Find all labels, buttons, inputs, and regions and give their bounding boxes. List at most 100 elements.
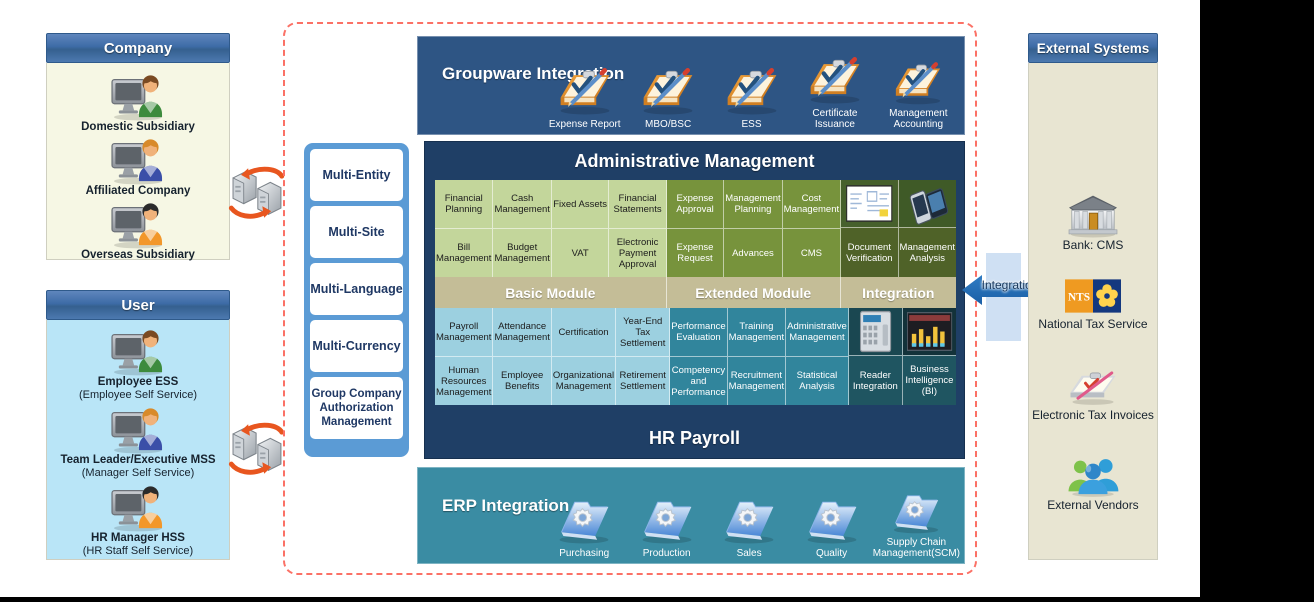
company-node-affiliated-company[interactable]: Affiliated Company <box>47 135 229 198</box>
hr-cell[interactable]: Competency and Performance <box>670 357 726 405</box>
feature-multi-site[interactable]: Multi-Site <box>310 206 403 258</box>
feature-multi-currency[interactable]: Multi-Currency <box>310 320 403 372</box>
admin-cell[interactable]: Cost Management <box>782 180 841 229</box>
admin-cell[interactable]: Management Analysis <box>899 228 956 277</box>
groupware-item-ess[interactable]: ESS <box>710 65 793 134</box>
hr-cell-thumb[interactable] <box>902 308 956 356</box>
admin-col-4: Financial Statements Electronic Payment … <box>609 180 667 277</box>
user-panel-title: User <box>46 290 230 320</box>
hr-col-1: Payroll Management Human Resources Manag… <box>435 308 494 405</box>
hr-cell[interactable]: Employee Benefits <box>493 357 550 405</box>
erp-item-label: Purchasing <box>559 548 610 559</box>
admin-cell[interactable]: Document Verification <box>841 228 897 277</box>
external-node-external-vendors[interactable]: External Vendors <box>1029 455 1157 512</box>
hr-cell[interactable]: Organizational Management <box>552 357 615 405</box>
hr-payroll-title: HR Payroll <box>648 428 741 448</box>
erp-item-supply-chain-management[interactable]: Supply Chain Management(SCM) <box>873 489 960 563</box>
feature-label: Multi-Site <box>328 225 385 239</box>
admin-cell[interactable]: Budget Management <box>493 229 550 277</box>
admin-cell[interactable]: VAT <box>552 229 608 277</box>
hr-cell[interactable]: Business Intelligence (BI) <box>903 356 956 405</box>
groupware-integration-strip: Groupware Integration Expense Report MBO… <box>417 36 965 135</box>
groupware-item-expense-report[interactable]: Expense Report <box>543 65 626 134</box>
groupware-item-management-accounting[interactable]: Management Accounting <box>877 60 960 134</box>
groupware-item-label: ESS <box>741 119 762 130</box>
company-panel-body: Domestic Subsidiary Affiliated Company O… <box>46 63 230 262</box>
feature-group-company-authorization-management[interactable]: Group Company Authorization Management <box>310 377 403 439</box>
feature-label: Multi-Language <box>310 282 403 296</box>
gear-folder-icon <box>719 494 779 546</box>
feature-multi-entity[interactable]: Multi-Entity <box>310 149 403 201</box>
feature-multi-language[interactable]: Multi-Language <box>310 263 403 315</box>
hr-col-4: Year-End Tax Settlement Retirement Settl… <box>616 308 671 405</box>
hr-cell[interactable]: Recruitment Management <box>728 357 785 405</box>
erp-item-sales[interactable]: Sales <box>708 494 790 563</box>
external-node-electronic-tax-invoices[interactable]: Electronic Tax Invoices <box>1029 368 1157 422</box>
hr-cell[interactable]: Retirement Settlement <box>616 357 669 405</box>
hr-cell[interactable]: Reader Integration <box>849 356 902 405</box>
hr-cell-thumb[interactable] <box>848 308 902 356</box>
hr-cell[interactable]: Certification <box>551 308 616 357</box>
erp-integration-strip: ERP Integration Purchasing Production Sa… <box>417 467 965 564</box>
admin-cell[interactable]: Fixed Assets <box>551 180 609 229</box>
groupware-item-label: Management Accounting <box>889 108 948 130</box>
hr-cell[interactable]: Statistical Analysis <box>786 357 848 405</box>
hr-col-7: Administrative Management Statistical An… <box>786 308 849 405</box>
hr-cell[interactable]: Human Resources Management <box>435 357 492 405</box>
hr-cell[interactable]: Payroll Management <box>435 308 493 357</box>
erp-item-production[interactable]: Production <box>625 494 707 563</box>
user-node-label: Employee ESS <box>97 376 179 388</box>
hr-cell[interactable]: Attendance Management <box>493 308 551 357</box>
user-node-team-leader-mss[interactable]: Team Leader/Executive MSS (Manager Self … <box>47 404 229 480</box>
admin-cell-thumb[interactable] <box>898 180 956 228</box>
user-computer-blue-icon <box>111 139 163 185</box>
server-sync-icon-top <box>226 162 288 224</box>
user-node-hr-manager-hss[interactable]: HR Manager HSS (HR Staff Self Service) <box>47 482 229 558</box>
company-node-domestic-subsidiary[interactable]: Domestic Subsidiary <box>47 71 229 134</box>
admin-cell[interactable]: Advances <box>724 229 781 277</box>
admin-cell[interactable]: Electronic Payment Approval <box>609 229 665 277</box>
admin-col-5: Expense Approval Expense Request <box>666 180 725 277</box>
admin-cell[interactable]: Cash Management <box>493 180 551 229</box>
admin-col-9: Management Analysis <box>898 180 956 277</box>
admin-cell[interactable]: Bill Management <box>435 229 492 277</box>
server-sync-icon-bottom <box>226 418 288 480</box>
hr-cell[interactable]: Performance Evaluation <box>670 308 727 357</box>
admin-cell[interactable]: Expense Approval <box>666 180 724 229</box>
user-computer-orange-icon <box>111 203 163 249</box>
administrative-management-title: Administrative Management <box>574 151 815 171</box>
hr-cell[interactable]: Administrative Management <box>786 308 848 357</box>
external-node-label: External Vendors <box>1047 498 1139 512</box>
admin-cell[interactable]: Management Planning <box>724 180 782 229</box>
admin-cell[interactable]: CMS <box>783 229 840 277</box>
company-node-label: Overseas Subsidiary <box>81 249 195 261</box>
invoice-clipboard-icon <box>1063 368 1123 406</box>
hr-col-5: Performance Evaluation Competency and Pe… <box>670 308 728 405</box>
company-node-overseas-subsidiary[interactable]: Overseas Subsidiary <box>47 199 229 262</box>
external-systems-title: External Systems <box>1028 33 1158 63</box>
user-node-employee-ess[interactable]: Employee ESS (Employee Self Service) <box>47 326 229 402</box>
platform-feature-column: Multi-Entity Multi-Site Multi-Language M… <box>304 143 409 457</box>
groupware-item-certificate-issuance[interactable]: Certificate Issuance <box>793 54 876 134</box>
admin-col-7: Cost Management CMS <box>782 180 842 277</box>
external-node-bank-cms[interactable]: Bank: CMS <box>1029 191 1157 252</box>
erp-item-purchasing[interactable]: Purchasing <box>543 494 625 563</box>
hr-cell[interactable]: Training Management <box>727 308 786 357</box>
admin-cell[interactable]: Financial Statements <box>609 180 666 229</box>
admin-cell-thumb[interactable] <box>841 180 898 228</box>
user-panel: User Employee ESS (Employee Self Service… <box>46 290 230 560</box>
feature-label: Multi-Currency <box>312 339 401 353</box>
external-node-national-tax-service[interactable]: National Tax Service <box>1029 279 1157 331</box>
hr-cell[interactable]: Year-End Tax Settlement <box>616 308 670 357</box>
admin-cell[interactable]: Expense Request <box>667 229 723 277</box>
user-node-sublabel: (Employee Self Service) <box>79 389 197 401</box>
admin-col-6: Management Planning Advances <box>724 180 783 277</box>
groupware-item-mbo-bsc[interactable]: MBO/BSC <box>626 65 709 134</box>
erp-item-quality[interactable]: Quality <box>790 494 872 563</box>
groupware-item-label: Expense Report <box>548 119 621 130</box>
gear-folder-icon <box>886 489 946 535</box>
band-extended-module: Extended Module <box>666 277 841 308</box>
user-computer-green-icon <box>111 75 163 121</box>
hr-payroll-grid: Payroll Management Human Resources Manag… <box>435 308 956 405</box>
admin-cell[interactable]: Financial Planning <box>435 180 493 229</box>
